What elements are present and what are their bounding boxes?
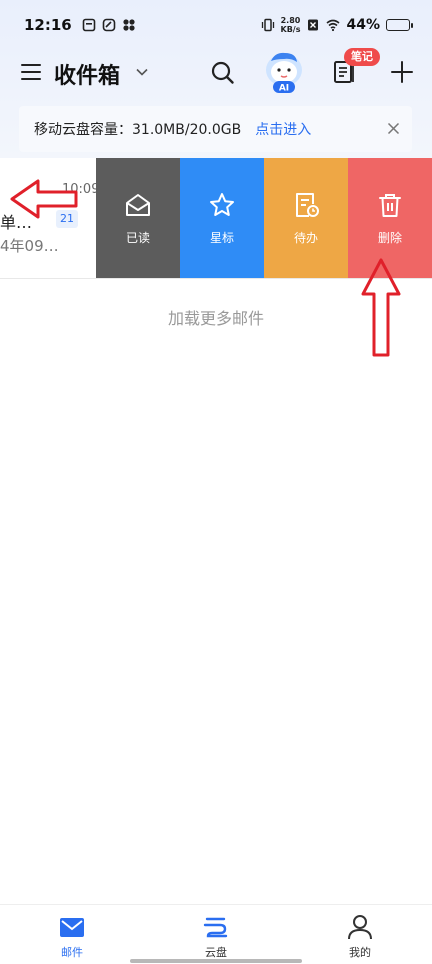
nav-cloud-label: 云盘: [205, 946, 227, 959]
load-more-emails[interactable]: 加载更多邮件: [0, 305, 432, 329]
nav-profile-label: 我的: [349, 946, 371, 959]
no-sim-icon: [306, 18, 320, 32]
cloud-storage-banner[interactable]: 移动云盘容量：31.0MB/20.0GB 点击进入: [19, 106, 412, 152]
profile-icon: [348, 915, 372, 940]
cloud-icon: [203, 917, 228, 938]
mark-read-button[interactable]: 已读: [96, 158, 180, 278]
bottom-nav: 邮件 云盘 我的: [0, 904, 432, 964]
star-button[interactable]: 星标: [180, 158, 264, 278]
banner-link[interactable]: 点击进入: [255, 119, 311, 139]
chevron-down-icon[interactable]: [135, 64, 149, 78]
status-time: 12:16: [24, 16, 72, 34]
ai-label: AI: [279, 84, 289, 94]
nav-mail-label: 邮件: [61, 946, 83, 959]
star-label: 星标: [209, 231, 234, 245]
wifi-icon: [326, 18, 340, 32]
home-indicator[interactable]: [130, 959, 302, 963]
menu-icon[interactable]: [20, 61, 42, 83]
todo-label: 待办: [293, 231, 318, 245]
vibrate-icon: [261, 18, 275, 32]
annotation-arrow-left-icon: [10, 179, 78, 219]
battery-percent: 44%: [346, 17, 380, 33]
close-icon[interactable]: [387, 122, 400, 135]
banner-text: 移动云盘容量：31.0MB/20.0GB: [34, 122, 242, 138]
mail-icon: [60, 918, 84, 937]
mark-read-label: 已读: [125, 231, 150, 245]
search-icon[interactable]: [210, 60, 235, 85]
nav-mail[interactable]: 邮件: [0, 905, 144, 964]
notification-box-icon: [82, 18, 96, 32]
app-header: 收件箱 AI 笔记: [0, 48, 432, 96]
net-speed-value: 2.80: [280, 16, 301, 25]
app-notification-icon: [102, 18, 116, 32]
status-bar: 12:16 2.80 KB/s 44%: [0, 0, 432, 50]
notes-badge[interactable]: 笔记: [344, 48, 380, 66]
network-speed: 2.80 KB/s: [281, 16, 301, 34]
todo-icon: [296, 193, 319, 217]
email-snippet: 4年09…: [0, 237, 59, 255]
star-icon: [210, 193, 234, 216]
envelope-open-icon: [126, 194, 150, 216]
todo-button[interactable]: 待办: [264, 158, 348, 278]
ai-assistant-button[interactable]: AI: [261, 50, 307, 94]
fan-icon: [122, 18, 136, 32]
add-icon[interactable]: [390, 60, 414, 84]
delete-label: 删除: [377, 231, 402, 245]
nav-profile[interactable]: 我的: [288, 905, 432, 964]
page-title[interactable]: 收件箱: [54, 58, 120, 90]
battery-icon: [386, 19, 413, 31]
nav-cloud[interactable]: 云盘: [144, 905, 288, 964]
trash-icon: [379, 194, 401, 217]
net-speed-unit: KB/s: [280, 25, 301, 34]
